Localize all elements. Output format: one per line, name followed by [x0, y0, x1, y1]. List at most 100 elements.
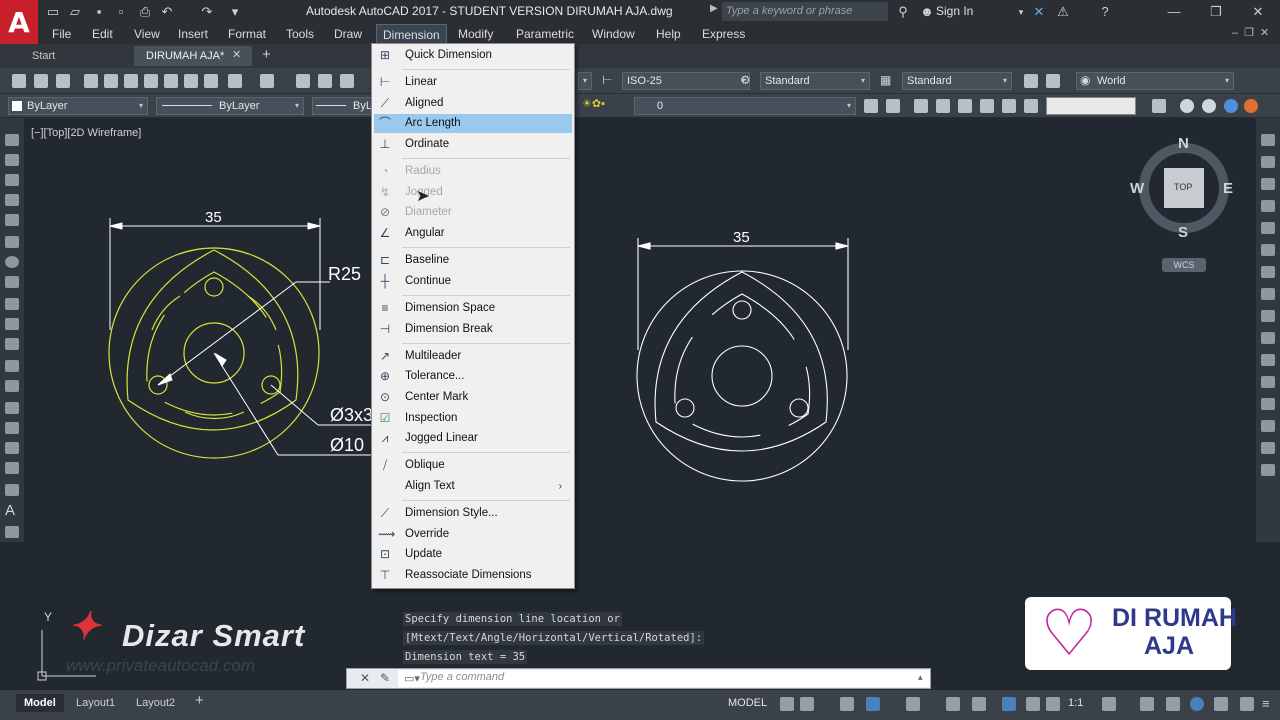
right-dim-35[interactable]: 35	[733, 229, 750, 246]
grid-icon[interactable]	[780, 697, 794, 711]
close-command-icon[interactable]: ✕	[360, 671, 370, 685]
brand-logo-icon: ✦	[68, 606, 100, 648]
isolate-icon[interactable]	[1190, 697, 1204, 711]
annotation-scale[interactable]: 1:1	[1068, 697, 1083, 709]
jogged-icon: ↯	[379, 185, 391, 199]
left-dim-r25[interactable]: R25	[328, 264, 361, 285]
ortho-icon[interactable]	[840, 697, 854, 711]
plus-icon[interactable]	[1140, 697, 1154, 711]
linear-icon: ⊢	[379, 75, 391, 89]
layout-tab-layout1[interactable]: Layout1	[68, 694, 123, 712]
center-mark-icon: ⊙	[379, 390, 391, 404]
menu-item-tolerance[interactable]: ⊕ Tolerance...	[374, 367, 572, 386]
menu-item-quick-dimension[interactable]: ⊞ Quick Dimension	[374, 46, 572, 65]
heart-home-icon: ♡	[1040, 597, 1098, 669]
recent-commands-icon[interactable]: ▴	[918, 672, 923, 683]
annotation-icon[interactable]	[1002, 697, 1016, 711]
brand-watermark: Dizar Smart	[122, 618, 306, 653]
menu-item-center-mark[interactable]: ⊙ Center Mark	[374, 388, 572, 407]
menu-item-linear[interactable]: ⊢ Linear	[374, 73, 572, 92]
command-input[interactable]: Type a command	[398, 670, 930, 687]
command-history-line-3: Dimension text = 35	[403, 650, 528, 664]
tolerance-icon: ⊕	[379, 369, 391, 383]
menu-item-dimension-break[interactable]: ⊣ Dimension Break	[374, 320, 572, 339]
submenu-arrow-icon: ›	[558, 481, 562, 492]
menu-item-baseline[interactable]: ⊏ Baseline	[374, 251, 572, 270]
angular-icon: ∠	[379, 226, 391, 240]
menu-icon[interactable]: ≡	[1262, 696, 1270, 711]
command-history-line-2: [Mtext/Text/Angle/Horizontal/Vertical/Ro…	[403, 631, 705, 645]
osnap-icon[interactable]	[906, 697, 920, 711]
oblique-icon: ⧸	[382, 458, 388, 472]
menu-item-jogged-linear[interactable]: ⩘ Jogged Linear	[374, 429, 572, 448]
menu-item-radius: ◔ Radius	[374, 162, 572, 181]
ucs-y-label: Y	[44, 610, 53, 624]
dimension-space-icon: ≡	[381, 301, 389, 315]
viewcube-east[interactable]: E	[1223, 180, 1233, 197]
left-dim-35[interactable]: 35	[205, 209, 222, 226]
logo-text-line-2: AJA	[1144, 632, 1195, 660]
dimension-dropdown-menu: ⊞ Quick Dimension ⊢ Linear ⟋ Aligned ⌒ Arc L…	[371, 43, 575, 589]
left-dim-center[interactable]: Ø10	[330, 435, 364, 456]
hardware-accel-icon[interactable]	[1166, 697, 1180, 711]
customize-command-icon[interactable]: ✎	[380, 671, 390, 685]
layout-tab-model[interactable]: Model	[16, 694, 64, 712]
reassociate-icon: ⊤	[379, 568, 391, 582]
menu-item-reassociate-dimensions[interactable]: ⊤ Reassociate Dimensions	[374, 566, 572, 585]
right-part-drawing	[636, 238, 849, 482]
left-dim-hole[interactable]: Ø3x3	[330, 405, 373, 426]
workspace-gear-icon[interactable]	[1102, 697, 1116, 711]
snap-icon[interactable]	[800, 697, 814, 711]
annotation-visibility-icon[interactable]	[1026, 697, 1040, 711]
mouse-cursor-icon: ➤	[416, 188, 430, 205]
lineweight-toggle-icon[interactable]	[972, 697, 986, 711]
quick-dimension-icon: ⊞	[379, 48, 391, 62]
menu-item-aligned[interactable]: ⟋ Aligned	[374, 94, 572, 113]
brand-watermark-sub: www.privateautocad.com	[66, 656, 255, 675]
otrack-icon[interactable]	[946, 697, 960, 711]
menu-item-multileader[interactable]: ↗ Multileader	[374, 347, 572, 366]
menu-item-diameter: ⊘ Diameter	[379, 205, 452, 219]
viewcube-west[interactable]: W	[1130, 180, 1144, 197]
command-prompt-icon: ▭▾	[404, 673, 420, 685]
radius-icon: ◔	[381, 164, 389, 178]
menu-item-angular[interactable]: ∠ Angular	[374, 224, 572, 243]
clean-screen-icon[interactable]	[1214, 697, 1228, 711]
command-history-line-1: Specify dimension line location or	[403, 612, 622, 626]
aligned-icon: ⟋	[380, 96, 390, 110]
customize-status-icon[interactable]	[1240, 697, 1254, 711]
jogged-linear-icon: ⩘	[381, 431, 389, 445]
menu-item-dimension-style[interactable]: ⟋ Dimension Style...	[374, 504, 572, 523]
menu-item-jogged: ↯ Jogged	[379, 185, 443, 199]
menu-item-arc-length[interactable]: ⌒ Arc Length	[374, 114, 572, 133]
menu-item-update[interactable]: ⊡ Update	[374, 545, 572, 564]
wcs-menu[interactable]: WCS	[1162, 258, 1206, 272]
update-icon: ⊡	[379, 547, 391, 561]
add-layout-icon[interactable]: +	[195, 692, 204, 709]
menu-item-oblique[interactable]: ⧸ Oblique	[374, 456, 572, 475]
layout-tab-layout2[interactable]: Layout2	[128, 694, 183, 712]
arc-length-icon: ⌒	[378, 116, 391, 130]
menu-item-align-text[interactable]: Align Text ›	[374, 477, 572, 496]
diameter-icon: ⊘	[379, 205, 391, 219]
logo-text-line-1: DI RUMAH	[1112, 604, 1237, 632]
viewcube-top[interactable]: TOP	[1174, 182, 1192, 192]
override-icon: ⟿	[378, 527, 396, 541]
menu-item-override[interactable]: ⟿ Override	[374, 525, 572, 544]
menu-item-dimension-space[interactable]: ≡ Dimension Space	[374, 299, 572, 318]
menu-item-inspection[interactable]: ☑ Inspection	[374, 409, 572, 428]
inspection-icon: ☑	[379, 411, 391, 425]
dimension-break-icon: ⊣	[379, 322, 391, 336]
autoscale-icon[interactable]	[1046, 697, 1060, 711]
multileader-icon: ↗	[379, 349, 391, 363]
model-space-toggle[interactable]: MODEL	[728, 697, 767, 709]
ordinate-icon: ⊥	[379, 137, 391, 151]
menu-item-continue[interactable]: ┼ Continue	[374, 272, 572, 291]
menu-item-ordinate[interactable]: ⊥ Ordinate	[374, 135, 572, 154]
viewcube-south[interactable]: S	[1178, 224, 1188, 241]
status-bar	[0, 690, 1280, 720]
dimension-style-icon: ⟋	[380, 506, 390, 520]
viewcube-north[interactable]: N	[1178, 135, 1189, 152]
continue-icon: ┼	[380, 274, 390, 288]
polar-icon[interactable]	[866, 697, 880, 711]
